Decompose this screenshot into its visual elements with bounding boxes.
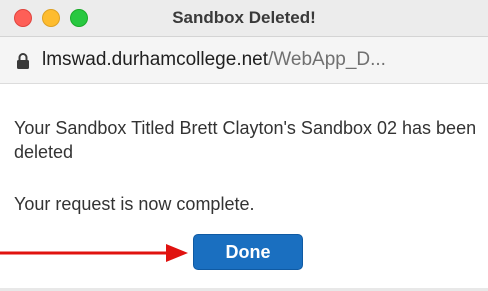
url-bar[interactable]: lmswad.durhamcollege.net/WebApp_D... [0,37,488,84]
title-bar: Sandbox Deleted! [0,0,488,37]
complete-message: Your request is now complete. [14,194,255,214]
lock-icon [17,53,29,69]
url-host: lmswad.durhamcollege.net [42,49,269,70]
red-arrow-icon [0,244,188,262]
deleted-message: Your Sandbox Titled Brett Clayton's Sand… [14,118,477,162]
page-content: Your Sandbox Titled Brett Clayton's Sand… [0,84,488,291]
url-path: /WebApp_D... [268,49,386,70]
browser-popup-window: Sandbox Deleted! lmswad.durhamcollege.ne… [0,0,488,291]
url-text[interactable]: lmswad.durhamcollege.net/WebApp_D... [42,37,386,83]
done-button[interactable]: Done [193,234,303,270]
window-title: Sandbox Deleted! [172,8,316,27]
